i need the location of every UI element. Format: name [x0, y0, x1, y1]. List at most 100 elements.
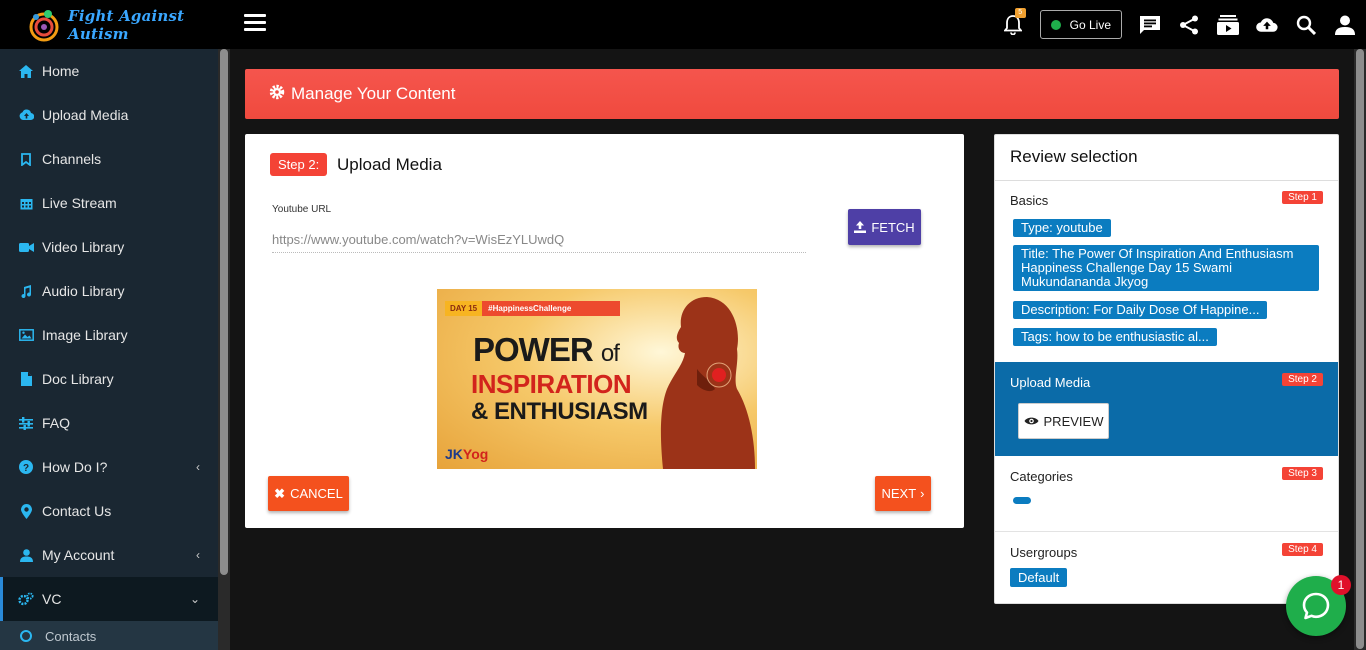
title-chip: Title: The Power Of Inspiration And Enth… [1013, 245, 1319, 291]
sidebar-item-label: Contact Us [42, 503, 112, 519]
day-number: DAY 15 [445, 301, 483, 316]
search-icon[interactable] [1295, 14, 1317, 36]
user-icon [18, 547, 34, 563]
upload-step-badge: Step 2 [1282, 373, 1323, 386]
sidebar-item-label: Upload Media [42, 107, 129, 123]
usergroups-step-badge: Step 4 [1282, 543, 1323, 556]
svg-text:?: ? [23, 463, 29, 474]
thumbnail-line-3: & ENTHUSIASM [471, 398, 648, 425]
sidebar-item-image-library[interactable]: Image Library [0, 313, 218, 357]
sidebar-item-label: Video Library [42, 239, 125, 255]
sidebar-item-label: FAQ [42, 415, 71, 431]
upload-media-label: Upload Media [1010, 375, 1091, 390]
usergroup-chip: Default [1010, 568, 1068, 587]
sidebar-item-contact-us[interactable]: Contact Us [0, 489, 218, 533]
tags-chip: Tags: how to be enthusiastic al... [1013, 328, 1217, 346]
thumbnail-line-1: POWER of [473, 331, 620, 368]
youtube-url-input[interactable] [272, 227, 806, 253]
music-note-icon [18, 283, 34, 299]
jkyog-logo-b: Yog [462, 446, 489, 462]
cloud-upload-icon[interactable] [1256, 14, 1278, 36]
home-icon [18, 63, 34, 79]
chevron-right-icon: › [920, 486, 925, 501]
fetch-button[interactable]: FETCH [848, 209, 921, 245]
video-library-icon[interactable] [1217, 14, 1239, 36]
sidebar-scrollbar[interactable] [218, 49, 230, 650]
gear-icon [269, 84, 285, 105]
bell-icon[interactable]: 5 [1002, 7, 1026, 36]
divider [995, 180, 1338, 181]
cancel-button[interactable]: ✖ CANCEL [268, 476, 349, 511]
app-root: Fight Against Autism Home Upload Media C… [0, 0, 1366, 650]
logo-icon [26, 7, 62, 43]
sidebar-item-channels[interactable]: Channels [0, 137, 218, 181]
sidebar-item-upload-media[interactable]: Upload Media [0, 93, 218, 137]
chat-message-icon[interactable] [1139, 14, 1161, 36]
menu-toggle-icon[interactable] [244, 14, 266, 32]
cancel-label: CANCEL [290, 486, 343, 501]
thumbnail-line-1-main: POWER [473, 331, 594, 368]
cogs-icon [18, 591, 34, 607]
sidebar-subitem-contacts[interactable]: Contacts [0, 621, 218, 650]
share-icon[interactable] [1178, 14, 1200, 36]
go-live-button[interactable]: Go Live [1039, 10, 1122, 39]
sidebar-item-label: Live Stream [42, 195, 117, 211]
youtube-url-label: Youtube URL [272, 204, 332, 215]
thumbnail-line-1-suffix: of [600, 340, 620, 367]
sidebar-item-label: Doc Library [42, 371, 114, 387]
sidebar-item-home[interactable]: Home [0, 49, 218, 93]
preview-label: PREVIEW [1043, 413, 1104, 429]
sidebar-item-label: Home [42, 63, 80, 79]
page-scrollbar-thumb[interactable] [1356, 49, 1364, 649]
page-title: Manage Your Content [291, 84, 456, 103]
sidebar-item-how-do-i[interactable]: ? How Do I? ‹ [0, 445, 218, 489]
jkyog-logo-a: JK [445, 446, 463, 462]
sidebar-item-doc-library[interactable]: Doc Library [0, 357, 218, 401]
question-circle-icon: ? [18, 459, 34, 475]
sidebar: Fight Against Autism Home Upload Media C… [0, 0, 230, 650]
hashtag: #HappinessChallenge [488, 304, 572, 313]
user-account-icon[interactable] [1334, 14, 1356, 36]
sidebar-item-label: My Account [42, 547, 115, 563]
basics-label: Basics [1010, 193, 1049, 208]
sidebar-item-label: How Do I? [42, 459, 108, 475]
chevron-left-icon: ‹ [196, 460, 200, 474]
step-badge: Step 2: [270, 153, 328, 176]
calendar-icon [18, 195, 34, 211]
day-banner: DAY 15 #HappinessChallenge [445, 301, 620, 316]
next-label: NEXT [881, 486, 917, 501]
sidebar-item-video-library[interactable]: Video Library [0, 225, 218, 269]
next-button[interactable]: NEXT › [875, 476, 931, 511]
document-icon [18, 371, 34, 387]
sidebar-item-my-account[interactable]: My Account ‹ [0, 533, 218, 577]
upload-media-card: Step 2: Upload Media Youtube URL FETCH D… [245, 134, 964, 528]
sidebar-item-audio-library[interactable]: Audio Library [0, 269, 218, 313]
sidebar-item-label: Image Library [42, 327, 128, 343]
chat-bubble-icon [1302, 592, 1330, 620]
brand-name: Fight Against Autism [68, 6, 185, 43]
page-scrollbar[interactable] [1354, 49, 1366, 650]
video-camera-icon [18, 239, 34, 255]
description-chip: Description: For Daily Dose Of Happine..… [1013, 301, 1268, 319]
jkyog-logo: JKYog [445, 446, 488, 462]
page-header-banner: Manage Your Content [245, 69, 1339, 119]
image-icon [18, 327, 34, 343]
chevron-down-icon: ⌄ [189, 592, 200, 606]
map-marker-icon [18, 503, 34, 519]
video-thumbnail[interactable]: DAY 15 #HappinessChallenge POWER of INSP… [437, 289, 757, 469]
sidebar-item-live-stream[interactable]: Live Stream [0, 181, 218, 225]
upload-icon [854, 221, 867, 233]
sidebar-item-vc[interactable]: VC ⌄ [0, 577, 218, 621]
sidebar-item-faq[interactable]: FAQ [0, 401, 218, 445]
chat-unread-badge: 1 [1331, 575, 1351, 595]
preview-button[interactable]: PREVIEW [1018, 403, 1109, 439]
silhouette-illustration [660, 297, 755, 469]
sidebar-scrollbar-thumb[interactable] [220, 49, 228, 575]
review-title: Review selection [1010, 147, 1138, 166]
logo[interactable]: Fight Against Autism [0, 0, 230, 49]
circle-icon [20, 630, 32, 642]
categories-label: Categories [1010, 469, 1073, 484]
sidebar-item-label: VC [42, 591, 62, 607]
divider [995, 531, 1338, 532]
sidebar-subitem-label: Contacts [45, 628, 97, 644]
